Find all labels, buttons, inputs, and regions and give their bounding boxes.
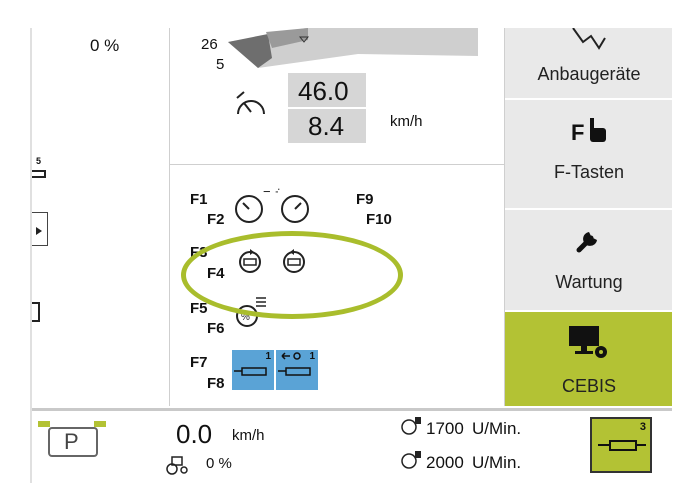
pto-rear-icon — [401, 451, 421, 469]
middle-divider — [170, 164, 504, 165]
sidebar-item-wartung[interactable]: Wartung — [505, 210, 672, 312]
status-bar: P 0.0 km/h 0 % 1700 U/Min. 2000 U/Min. 3 — [32, 408, 672, 483]
f8-label: F8 — [207, 375, 225, 392]
rpm1-value: 1700 — [426, 419, 464, 438]
left-percent: 0 % — [90, 36, 120, 55]
monitor-gear-icon — [569, 326, 607, 358]
hitch-number: 5 — [36, 156, 42, 166]
cebis-screen: 0 % 5 26 5 46.0 8.4 km/h F1 F2 − + F9 F1… — [30, 28, 672, 483]
left-panel: 0 % 5 — [32, 28, 170, 406]
f6-label: F6 — [207, 320, 225, 337]
implements-icon — [572, 28, 606, 50]
bottom-speed-unit: km/h — [232, 427, 265, 444]
speed-actual: 8.4 — [308, 111, 345, 141]
parking-brake-accent-left — [38, 421, 50, 427]
gear-top: 26 — [201, 36, 218, 53]
cruise-plus-icon[interactable] — [278, 190, 312, 224]
f-hand-icon: F — [571, 118, 611, 146]
f-hand-icon-letter: F — [571, 120, 585, 145]
rear-hydraulic-cylinder-icon — [598, 440, 646, 451]
sidebar-item-f-tasten[interactable]: F F-Tasten — [505, 100, 672, 210]
hydraulic-left-button[interactable]: 1 — [232, 350, 274, 390]
rpm2-unit: U/Min. — [472, 453, 522, 472]
sidebar-label-f-tasten: F-Tasten — [553, 162, 625, 182]
right-sidebar: Anbaugeräte F F-Tasten Wartung CEBIS — [504, 28, 672, 408]
speedometer-icon — [236, 91, 265, 115]
cruise-minus-icon[interactable] — [232, 190, 266, 224]
sidebar-label-cebis: CEBIS — [561, 376, 617, 396]
screen-frame: 0 % 5 26 5 46.0 8.4 km/h F1 F2 − + F9 F1… — [0, 0, 687, 498]
wrench-icon — [576, 232, 597, 253]
f7-label: F7 — [190, 354, 208, 371]
bottom-slip-value: 0 % — [206, 455, 232, 472]
f10-label: F10 — [366, 211, 392, 228]
gear-bottom: 5 — [216, 56, 225, 73]
hitch-cylinder-icon — [32, 170, 46, 178]
sidebar-item-cebis[interactable]: CEBIS — [505, 312, 672, 408]
f9-label: F9 — [356, 191, 374, 208]
parking-brake-accent-right — [94, 421, 106, 427]
speed-actual-box[interactable]: 8.4 — [288, 109, 366, 143]
bottom-speed-value: 0.0 — [176, 419, 213, 449]
middle-panel: 26 5 46.0 8.4 km/h F1 F2 − + F9 F10 F3 F… — [170, 28, 504, 406]
rpm1-unit: U/Min. — [472, 419, 522, 438]
arrow-right-icon[interactable] — [32, 212, 48, 246]
f1-label: F1 — [190, 191, 208, 208]
highlight-ellipse — [181, 231, 403, 319]
pto-front-icon — [401, 417, 421, 435]
speed-unit: km/h — [390, 113, 423, 130]
hydraulic-right-button[interactable]: 1 — [276, 350, 318, 390]
f2-label: F2 — [207, 211, 225, 228]
bracket-icon — [32, 302, 40, 322]
sidebar-label-anbaugeraete: Anbaugeräte — [537, 64, 641, 84]
hydraulic-cylinder-icon — [234, 367, 267, 376]
sidebar-item-anbaugeraete[interactable]: Anbaugeräte — [505, 28, 672, 100]
sidebar-label-wartung: Wartung — [555, 272, 623, 292]
cruise-minus-sign: − — [263, 184, 271, 199]
hitch-indicator[interactable]: 5 — [32, 156, 48, 186]
parking-letter: P — [64, 429, 79, 454]
speed-target-box[interactable]: 46.0 — [288, 73, 366, 107]
tractor-slip-icon — [166, 456, 188, 475]
hydraulic-cylinder-arrow-icon — [278, 352, 311, 376]
rpm2-value: 2000 — [426, 453, 464, 472]
rear-hydraulic-button[interactable]: 3 — [590, 417, 652, 473]
parking-brake-indicator[interactable]: P — [38, 421, 108, 463]
speed-target: 46.0 — [298, 76, 349, 106]
